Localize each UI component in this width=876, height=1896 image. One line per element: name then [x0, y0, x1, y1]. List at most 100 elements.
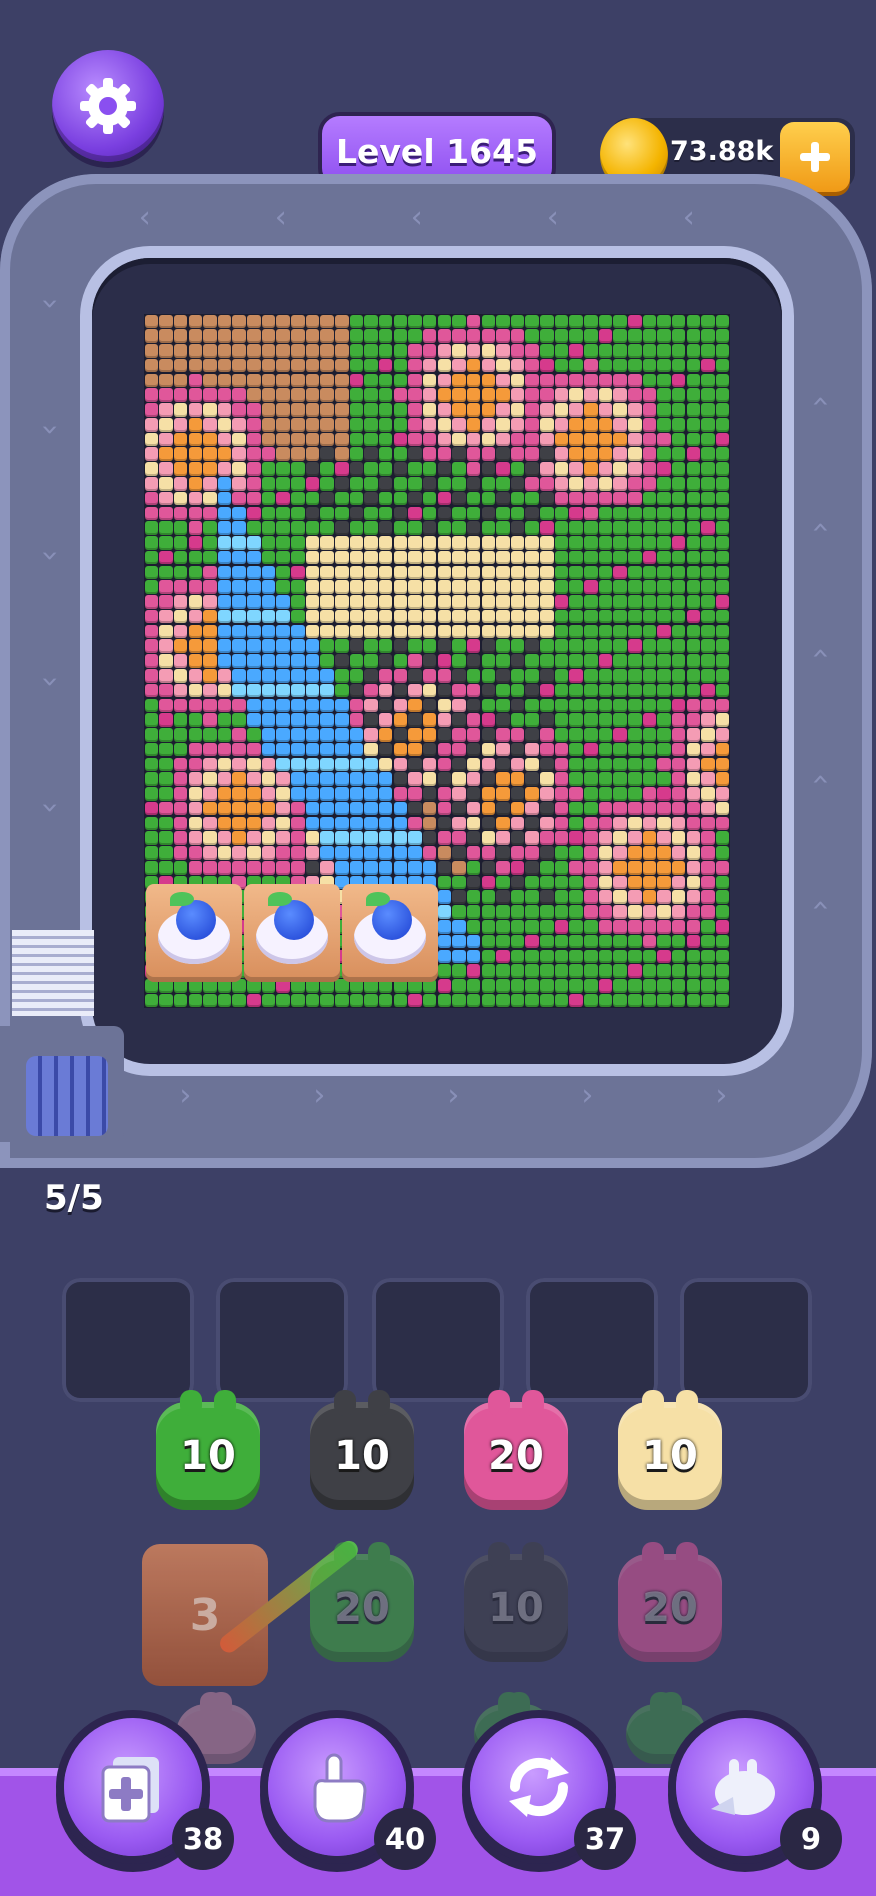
pixel-cell [349, 772, 364, 786]
pixel-cell [466, 698, 481, 713]
pixel-cell [408, 329, 422, 343]
pixel-cell [364, 639, 378, 654]
pixel-cell [554, 801, 569, 816]
pixel-cell [554, 919, 569, 934]
pixel-cell [701, 595, 715, 609]
settings-button[interactable] [52, 50, 164, 162]
pixel-cell [569, 580, 583, 594]
pixel-cell [422, 698, 437, 713]
pixel-cell [217, 373, 232, 388]
pixel-cell [188, 609, 202, 624]
pixel-cell [657, 358, 671, 373]
holding-slot[interactable] [62, 1278, 194, 1402]
pixel-cell [452, 934, 466, 949]
pixel-cell [393, 329, 408, 343]
pixel-cell [671, 964, 686, 978]
pixel-cell [686, 477, 701, 491]
pixel-cell [642, 432, 657, 447]
pixel-cell [701, 462, 715, 476]
pixel-cell [598, 964, 613, 978]
pixel-cell [276, 432, 290, 447]
pixel-cell [584, 816, 598, 831]
pixel-cell [217, 609, 232, 624]
pixel-cell [188, 447, 202, 462]
pixel-cell [437, 432, 452, 447]
pixel-cell [481, 742, 495, 757]
pixel-cell [569, 993, 583, 1008]
pixel-cell [276, 609, 290, 624]
pixel-cell [291, 521, 305, 535]
cat-piece-dark[interactable]: 10 [310, 1390, 414, 1510]
pixel-cell [276, 477, 290, 491]
pixel-cell [715, 609, 730, 624]
pixel-cell [598, 801, 613, 816]
pixel-cell [466, 491, 481, 506]
pixel-cell [422, 565, 437, 580]
pixel-cell [159, 654, 173, 668]
pixel-cell [437, 742, 452, 757]
pixel-cell [613, 314, 627, 329]
pixel-cell [378, 521, 393, 535]
pixel-cell [686, 683, 701, 698]
pixel-cell [437, 698, 452, 713]
pixel-cell [144, 565, 159, 580]
pixel-cell [173, 772, 188, 786]
pixel-cell [203, 550, 217, 565]
pixel-cell [657, 609, 671, 624]
pixel-cell [217, 787, 232, 801]
pixel-cell [569, 846, 583, 860]
pixel-cell [144, 609, 159, 624]
pixel-cell [686, 713, 701, 727]
pixel-cell [305, 491, 320, 506]
pixel-cell [437, 728, 452, 742]
holding-slot[interactable] [526, 1278, 658, 1402]
holding-slot[interactable] [680, 1278, 812, 1402]
pixel-cell [598, 875, 613, 890]
pixel-cell [364, 506, 378, 521]
pixel-cell [276, 860, 290, 875]
pixel-cell [628, 979, 642, 993]
pixel-cell [393, 713, 408, 727]
pixel-cell [232, 403, 246, 417]
pixel-cell [261, 358, 276, 373]
pixel-cell [569, 816, 583, 831]
pixel-cell [510, 772, 525, 786]
pixel-cell [364, 757, 378, 772]
pixel-cell [510, 491, 525, 506]
holding-slot[interactable] [372, 1278, 504, 1402]
pixel-cell [569, 654, 583, 668]
pixel-cell [598, 831, 613, 845]
pixel-cell [540, 816, 554, 831]
pixel-cell [452, 905, 466, 919]
pixel-cell [144, 801, 159, 816]
cat-piece-magenta[interactable]: 20 [464, 1390, 568, 1510]
pixel-cell [217, 403, 232, 417]
pixel-cell [173, 462, 188, 476]
pixel-cell [349, 550, 364, 565]
pixel-cell [452, 979, 466, 993]
pixel-cell [144, 580, 159, 594]
pixel-cell [510, 979, 525, 993]
cat-piece-cream[interactable]: 10 [618, 1390, 722, 1510]
pixel-cell [554, 329, 569, 343]
pixel-cell [364, 536, 378, 550]
pixel-cell [335, 314, 349, 329]
pixel-cell [305, 609, 320, 624]
pixel-cell [628, 875, 642, 890]
pixel-cell [584, 860, 598, 875]
pixel-cell [203, 417, 217, 432]
pixel-cell [378, 580, 393, 594]
pixel-cell [540, 905, 554, 919]
pixel-cell [378, 403, 393, 417]
pixel-cell [466, 905, 481, 919]
pixel-cell [217, 314, 232, 329]
pixel-cell [364, 624, 378, 639]
pixel-cell [510, 728, 525, 742]
pixel-cell [466, 713, 481, 727]
cat-piece-magenta: 20 [618, 1542, 722, 1662]
cat-piece-green[interactable]: 10 [156, 1390, 260, 1510]
pixel-cell [613, 949, 627, 964]
pixel-cell [686, 580, 701, 594]
pixel-cell [584, 358, 598, 373]
holding-slot[interactable] [216, 1278, 348, 1402]
